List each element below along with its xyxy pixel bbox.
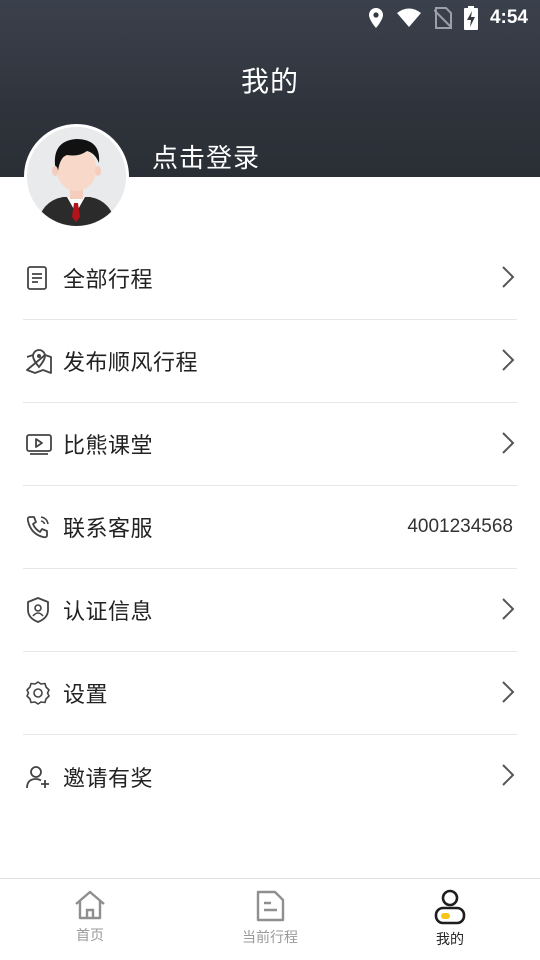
menu-item-classroom[interactable]: 比熊课堂: [23, 403, 517, 486]
menu-item-label: 发布顺风行程: [63, 351, 199, 376]
chevron-right-icon: [502, 681, 515, 703]
status-time: 4:54: [489, 7, 528, 28]
chevron-right-icon: [502, 349, 515, 371]
status-bar: 4:54: [0, 0, 540, 36]
shield-user-icon: [25, 595, 55, 625]
itinerary-icon: [256, 890, 285, 922]
home-icon: [75, 890, 105, 920]
avatar[interactable]: [24, 124, 129, 229]
tab-home-label: 首页: [76, 928, 104, 944]
menu-item-label: 比熊课堂: [63, 434, 154, 459]
phone-icon: [25, 512, 55, 542]
tab-home[interactable]: 首页: [0, 879, 180, 960]
gear-icon: [25, 678, 55, 708]
menu-item-label: 联系客服: [63, 517, 154, 542]
location-icon: [368, 8, 383, 28]
page-title: 我的: [240, 65, 299, 98]
service-phone-number[interactable]: 4001234568: [407, 516, 513, 538]
user-add-icon: [25, 762, 55, 792]
no-sim-icon: [433, 7, 452, 29]
menu-list: 全部行程 发布顺风行程 比熊课堂 联系客服 4001234568 认证信息 设置…: [23, 237, 517, 818]
menu-item-all-trips[interactable]: 全部行程: [23, 237, 517, 320]
menu-item-label: 全部行程: [63, 268, 154, 293]
menu-item-verification[interactable]: 认证信息: [23, 569, 517, 652]
chevron-right-icon: [502, 432, 515, 454]
avatar-illustration: [27, 127, 126, 226]
chevron-right-icon: [502, 598, 515, 620]
menu-item-label: 设置: [63, 683, 109, 708]
video-icon: [25, 429, 55, 459]
menu-item-publish-ride[interactable]: 发布顺风行程: [23, 320, 517, 403]
menu-item-customer-service[interactable]: 联系客服 4001234568: [23, 486, 517, 569]
login-button[interactable]: 点击登录: [152, 138, 260, 175]
menu-item-invite-reward[interactable]: 邀请有奖: [23, 735, 517, 818]
menu-item-settings[interactable]: 设置: [23, 652, 517, 735]
chevron-right-icon: [502, 266, 515, 288]
profile-icon: [434, 889, 466, 925]
battery-charging-icon: [463, 6, 478, 30]
wifi-icon: [396, 8, 421, 27]
document-icon: [25, 263, 55, 293]
chevron-right-icon: [502, 764, 515, 786]
tab-current-trip-label: 当前行程: [242, 930, 298, 946]
menu-item-label: 认证信息: [63, 600, 154, 625]
bottom-tab-bar: 首页 当前行程 我的: [0, 878, 540, 960]
tab-profile[interactable]: 我的: [360, 879, 540, 960]
menu-item-label: 邀请有奖: [63, 766, 154, 792]
tab-profile-label: 我的: [436, 932, 464, 948]
tab-current-trip[interactable]: 当前行程: [180, 879, 360, 960]
map-pin-icon: [25, 346, 55, 376]
